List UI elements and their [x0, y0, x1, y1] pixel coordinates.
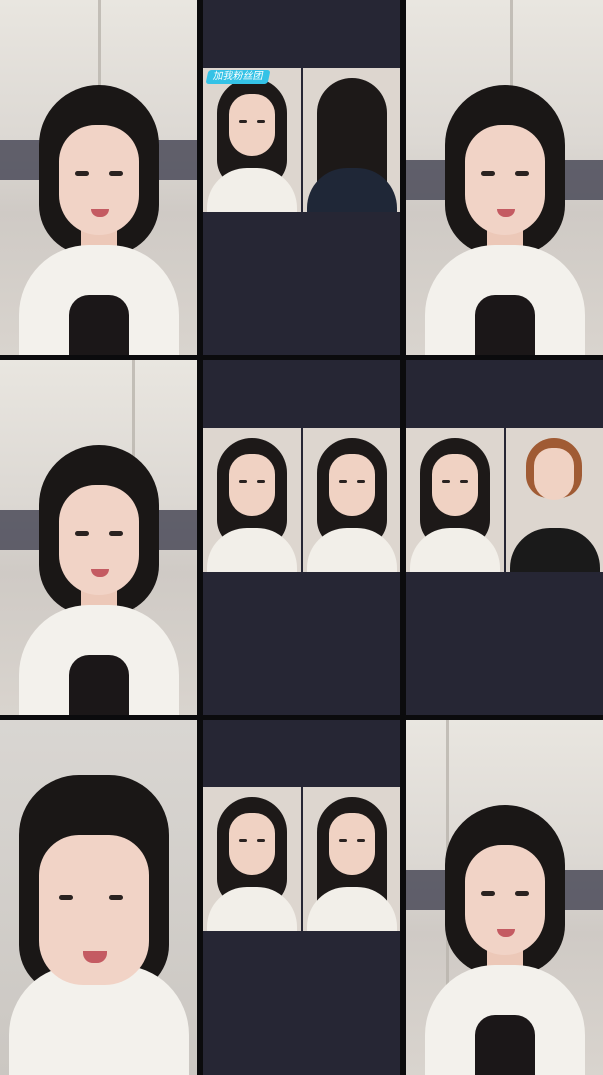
video-pane-right[interactable]: [302, 787, 400, 931]
split-video-panes: 加我粉丝团: [203, 68, 400, 212]
streamer-figure: [18, 85, 179, 355]
video-tile-r3c1[interactable]: [0, 720, 197, 1075]
video-pane-left[interactable]: [406, 428, 504, 572]
video-tile-r1c2[interactable]: 加我粉丝团: [203, 0, 400, 355]
video-tile-r2c2[interactable]: [203, 360, 400, 715]
video-pane-right[interactable]: [302, 428, 400, 572]
streamer-figure: [424, 85, 585, 355]
video-pane-left[interactable]: [203, 428, 301, 572]
video-pane-right[interactable]: [302, 68, 400, 212]
streamer-figure: [8, 775, 189, 1075]
video-tile-r3c3[interactable]: [406, 720, 603, 1075]
video-tile-r2c3[interactable]: [406, 360, 603, 715]
video-pane-right[interactable]: [505, 428, 603, 572]
video-tile-r2c1[interactable]: [0, 360, 197, 715]
video-tile-r1c1[interactable]: [0, 0, 197, 355]
split-video-panes: [203, 428, 400, 572]
video-grid: 加我粉丝团: [0, 0, 603, 1075]
video-tile-r3c2[interactable]: [203, 720, 400, 1075]
fan-club-sticker: 加我粉丝团: [205, 70, 271, 84]
streamer-figure: [18, 445, 179, 715]
video-pane-left[interactable]: [203, 787, 301, 931]
streamer-figure: [424, 805, 585, 1075]
split-video-panes: [406, 428, 603, 572]
video-pane-left[interactable]: 加我粉丝团: [203, 68, 301, 212]
video-tile-r1c3[interactable]: [406, 0, 603, 355]
split-video-panes: [203, 787, 400, 931]
